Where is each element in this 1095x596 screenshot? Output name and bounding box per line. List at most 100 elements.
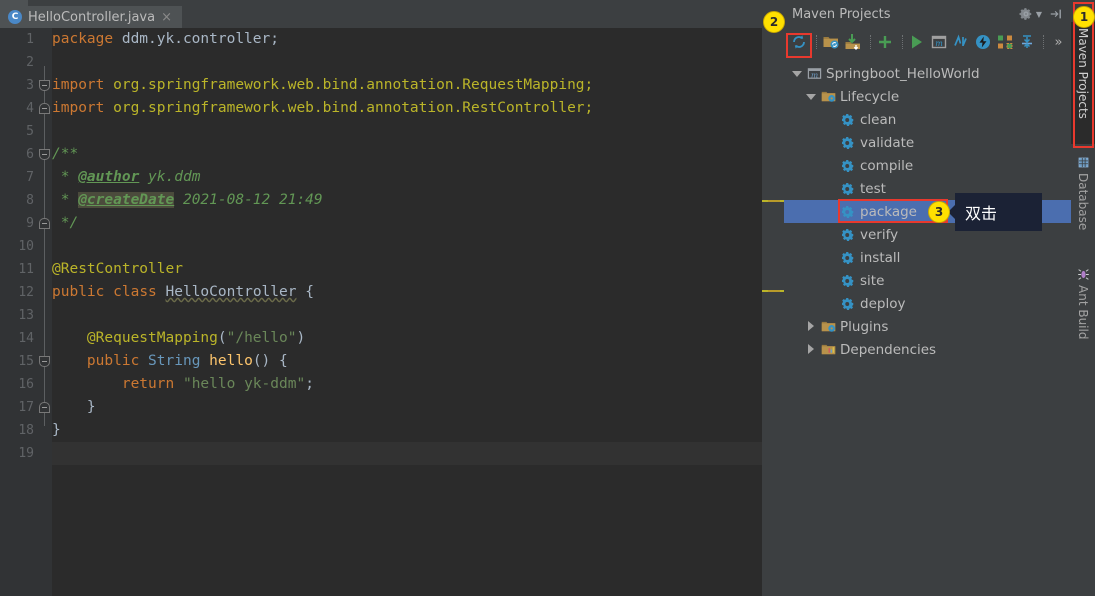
code-line[interactable]: return "hello yk-ddm"; — [52, 373, 314, 396]
tree-node-lifecycle[interactable]: Lifecycle — [784, 85, 1071, 108]
tree-node-label: site — [860, 272, 885, 289]
code-token: public — [52, 284, 105, 300]
tree-node-project[interactable]: m Springboot_HelloWorld — [784, 62, 1071, 85]
maven-project-icon: m — [806, 66, 822, 82]
run-maven-build-icon[interactable] — [907, 31, 926, 53]
code-line[interactable]: @RestController — [52, 258, 183, 281]
code-line[interactable]: } — [52, 396, 96, 419]
tree-node-install[interactable]: install — [784, 246, 1071, 269]
fold-collapse-icon[interactable] — [39, 402, 50, 413]
line-number: 12 — [18, 285, 34, 300]
fold-expand-icon[interactable] — [39, 149, 50, 160]
toggle-offline-icon[interactable] — [973, 31, 992, 53]
code-token: } — [52, 422, 61, 438]
tree-node-clean[interactable]: clean — [784, 108, 1071, 131]
dependencies-folder-icon — [820, 342, 836, 358]
chevron-down-icon[interactable] — [792, 68, 803, 79]
code-line[interactable]: public String hello() { — [52, 350, 288, 373]
editor-tab-hellocontroller[interactable]: C HelloController.java × — [0, 6, 182, 28]
highlight-reimport-button — [786, 33, 812, 58]
side-tab-label: Database — [1076, 173, 1090, 231]
code-line[interactable]: import org.springframework.web.bind.anno… — [52, 74, 593, 97]
tree-node-plugins[interactable]: Plugins — [784, 315, 1071, 338]
tree-node-validate[interactable]: validate — [784, 131, 1071, 154]
gear-icon[interactable] — [1019, 7, 1033, 21]
chevron-right-icon[interactable] — [806, 321, 817, 332]
close-icon[interactable]: × — [161, 11, 172, 24]
chevron-down-icon[interactable] — [806, 91, 817, 102]
side-tab-database[interactable]: Database — [1071, 150, 1095, 258]
fold-expand-icon[interactable] — [39, 80, 50, 91]
tree-node-label: test — [860, 180, 886, 197]
editor-tab-label: HelloController.java — [28, 9, 156, 25]
maven-panel-header: Maven Projects ▼ — [784, 0, 1071, 28]
tree-node-site[interactable]: site — [784, 269, 1071, 292]
download-sources-icon[interactable] — [844, 31, 863, 53]
line-number: 19 — [18, 446, 34, 461]
fold-collapse-icon[interactable] — [39, 103, 50, 114]
chevron-down-icon[interactable]: ▼ — [1036, 10, 1042, 19]
line-number: 7 — [26, 170, 34, 185]
code-line[interactable]: * @author yk.ddm — [52, 166, 201, 189]
line-number: 18 — [18, 423, 34, 438]
tree-node-label: Lifecycle — [840, 88, 900, 105]
code-line[interactable]: @RequestMapping("/hello") — [52, 327, 305, 350]
code-line[interactable]: /** — [52, 143, 78, 166]
code-token: } — [52, 399, 96, 415]
code-line[interactable]: } — [52, 419, 61, 442]
tree-node-label: validate — [860, 134, 915, 151]
code-token: org.springframework.web.bind.annotation.… — [104, 100, 594, 116]
line-number: 4 — [26, 101, 34, 116]
code-line[interactable]: public class HelloController { — [52, 281, 314, 304]
generate-sources-icon[interactable] — [822, 31, 841, 53]
code-token: * — [52, 192, 79, 208]
code-token: @RestController — [52, 261, 183, 277]
code-token: String — [148, 353, 201, 369]
tree-node-compile[interactable]: compile — [784, 154, 1071, 177]
maven-project-tree[interactable]: m Springboot_HelloWorld Lifecycle clean vali… — [784, 58, 1071, 596]
fold-guide-line — [44, 66, 45, 426]
code-line[interactable]: * @createDate 2021-08-12 21:49 — [52, 189, 323, 212]
line-number: 3 — [26, 78, 34, 93]
fold-collapse-icon[interactable] — [39, 218, 50, 229]
fold-expand-icon[interactable] — [39, 356, 50, 367]
maven-phase-icon — [840, 112, 856, 128]
maven-projects-panel: Maven Projects ▼ m » m Springboot_HelloW… — [784, 0, 1071, 596]
line-number: 1 — [26, 32, 34, 47]
collapse-all-icon[interactable] — [1017, 31, 1036, 53]
chevron-right-icon[interactable] — [806, 344, 817, 355]
tree-node-dependencies[interactable]: Dependencies — [784, 338, 1071, 361]
code-line[interactable]: */ — [52, 212, 78, 235]
add-maven-project-icon[interactable] — [876, 31, 895, 53]
database-icon — [1076, 156, 1090, 169]
double-click-tooltip: 双击 — [948, 193, 1042, 231]
tree-node-deploy[interactable]: deploy — [784, 292, 1071, 315]
tree-node-label: install — [860, 249, 901, 266]
toggle-skip-tests-icon[interactable] — [951, 31, 970, 53]
show-dependencies-icon[interactable] — [995, 31, 1014, 53]
maven-toolbar[interactable]: m » — [784, 28, 1071, 56]
hide-panel-icon[interactable] — [1049, 7, 1063, 21]
code-line[interactable]: package ddm.yk.controller; — [52, 28, 279, 51]
execute-maven-goal-icon[interactable]: m — [929, 31, 948, 53]
more-options-icon[interactable]: » — [1049, 31, 1068, 53]
line-number: 8 — [26, 193, 34, 208]
editor-tab-bar: C HelloController.java × — [0, 0, 784, 28]
maven-phase-icon — [840, 181, 856, 197]
line-number: 13 — [18, 308, 34, 323]
code-token: * — [52, 169, 79, 185]
editor-pane: C HelloController.java × 1 2 3 4 5 6 7 8 9 10 11 12… — [0, 0, 784, 596]
maven-phase-icon — [840, 273, 856, 289]
code-line[interactable]: import org.springframework.web.bind.anno… — [52, 97, 593, 120]
side-tab-ant-build[interactable]: Ant Build — [1071, 262, 1095, 366]
editor-marker-strip[interactable] — [762, 28, 784, 596]
svg-text:m: m — [810, 70, 817, 79]
